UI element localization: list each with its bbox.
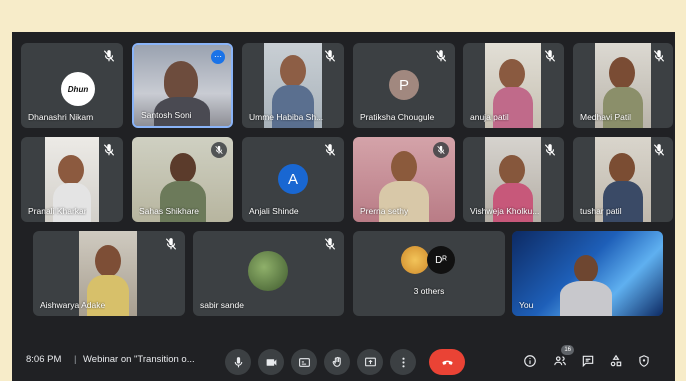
participant-tile[interactable]: P Pratiksha Chougule — [353, 43, 455, 128]
participant-name: Umme Habiba Sh... — [249, 112, 324, 122]
participant-figure — [499, 59, 525, 89]
participant-figure — [499, 155, 525, 185]
mic-off-icon — [102, 49, 116, 63]
participant-figure — [609, 57, 635, 89]
participant-name: Aishwarya Adake — [40, 300, 106, 310]
participant-tile[interactable]: Pranali Kharkar — [21, 137, 123, 222]
mic-off-icon — [543, 143, 557, 157]
participant-avatar: A — [278, 164, 308, 194]
participant-avatar: P — [389, 70, 419, 100]
mic-off-icon — [323, 143, 337, 157]
participant-figure — [609, 153, 635, 183]
participant-name: Santosh Soni — [141, 110, 192, 120]
participant-avatar: Dᴿ — [427, 246, 455, 274]
meeting-time: 8:06 PM — [26, 354, 62, 365]
mic-icon[interactable] — [225, 349, 251, 375]
participant-figure — [280, 55, 306, 87]
more-options-icon[interactable] — [390, 349, 416, 375]
participant-tile[interactable]: sabir sande — [193, 231, 344, 316]
participant-tile[interactable]: Umme Habiba Sh... — [242, 43, 344, 128]
participant-tile[interactable]: Medhavi Patil — [573, 43, 673, 128]
participant-logo: Dhun — [61, 72, 95, 106]
participant-name: Sahas Shikhare — [139, 206, 200, 216]
participant-figure — [53, 183, 91, 222]
captions-icon[interactable] — [291, 349, 317, 375]
participant-avatar-photo — [401, 246, 429, 274]
info-icon[interactable] — [520, 351, 540, 371]
mic-off-icon — [102, 143, 116, 157]
participant-name: anuja patil — [470, 112, 509, 122]
participant-tile[interactable]: Aishwarya Adake — [33, 231, 185, 316]
mic-off-icon — [652, 49, 666, 63]
participant-name: Dhanashri Nikam — [28, 112, 94, 122]
meet-window: Dhun Dhanashri Nikam ⋯ Santosh Soni Umme… — [12, 32, 675, 381]
mic-off-icon — [211, 142, 227, 158]
participant-tile[interactable]: A Anjali Shinde — [242, 137, 344, 222]
participant-name: Pratiksha Chougule — [360, 112, 435, 122]
participant-tile[interactable]: tushar patil — [573, 137, 673, 222]
more-options-icon[interactable]: ⋯ — [211, 50, 225, 64]
control-bar: 8:06 PM | Webinar on "Transition o... 16 — [12, 341, 675, 381]
mic-off-icon — [323, 237, 337, 251]
participant-name: sabir sande — [200, 300, 244, 310]
mic-off-icon — [652, 143, 666, 157]
participant-name: Medhavi Patil — [580, 112, 632, 122]
participant-tile[interactable]: Vishweja Kholku... — [463, 137, 564, 222]
self-view-tile[interactable]: You — [512, 231, 663, 316]
host-controls-icon[interactable] — [634, 351, 654, 371]
participant-tile[interactable]: anuja patil — [463, 43, 564, 128]
participant-name: Vishweja Kholku... — [470, 206, 540, 216]
mic-off-icon — [164, 237, 178, 251]
people-icon[interactable]: 16 — [550, 345, 574, 371]
people-count-badge: 16 — [561, 345, 574, 355]
mic-off-icon — [434, 49, 448, 63]
raise-hand-icon[interactable] — [324, 349, 350, 375]
mic-off-icon — [543, 49, 557, 63]
participant-name: Anjali Shinde — [249, 206, 299, 216]
participant-name: You — [519, 300, 534, 310]
participant-tile-active-speaker[interactable]: ⋯ Santosh Soni — [132, 43, 233, 128]
participant-name: tushar patil — [580, 206, 622, 216]
participant-figure — [574, 255, 598, 283]
present-icon[interactable] — [357, 349, 383, 375]
participant-figure — [58, 155, 84, 185]
mic-off-icon — [433, 142, 449, 158]
participant-name: Pranali Kharkar — [28, 206, 87, 216]
camera-icon[interactable] — [258, 349, 284, 375]
participant-figure — [95, 245, 121, 277]
participant-figure — [164, 61, 198, 101]
participant-avatar-photo — [248, 251, 288, 291]
participant-name: Prerna sethy — [360, 206, 409, 216]
end-call-icon[interactable] — [429, 349, 465, 375]
mic-off-icon — [323, 49, 337, 63]
participant-tile[interactable]: Dhun Dhanashri Nikam — [21, 43, 123, 128]
participant-figure — [391, 151, 417, 183]
others-count: 3 others — [413, 286, 445, 296]
participant-figure — [493, 183, 533, 222]
participant-tile[interactable]: Sahas Shikhare — [132, 137, 233, 222]
participant-tile[interactable]: Prerna sethy — [353, 137, 455, 222]
activities-icon[interactable] — [606, 351, 626, 371]
separator: | — [74, 354, 77, 365]
chat-icon[interactable] — [578, 351, 598, 371]
participant-figure — [560, 281, 612, 316]
others-tile[interactable]: Dᴿ 3 others — [353, 231, 505, 316]
participant-figure — [170, 153, 196, 183]
meeting-title: Webinar on "Transition o... — [83, 354, 195, 365]
